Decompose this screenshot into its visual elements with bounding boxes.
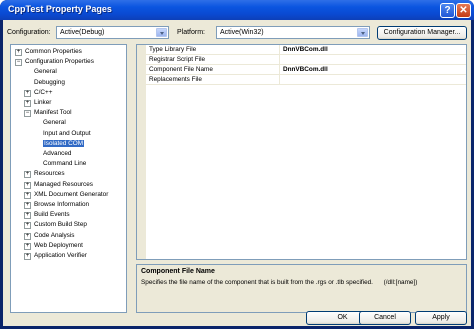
expand-icon[interactable]: +: [15, 49, 22, 56]
grid-row-replacements-file[interactable]: Replacements File: [146, 75, 466, 85]
configuration-value: Active(Debug): [60, 29, 105, 36]
grid-row-name: Registrar Script File: [149, 56, 206, 63]
grid-row-name: Type Library File: [149, 46, 197, 53]
grid-row-type-library-file[interactable]: Type Library File DnnVBCom.dll: [146, 45, 466, 55]
tree-item[interactable]: General: [34, 68, 57, 75]
grid-row-component-file-name[interactable]: Component File Name DnnVBCom.dll: [146, 65, 466, 75]
tree-item[interactable]: Managed Resources: [34, 181, 93, 188]
tree-item[interactable]: XML Document Generator: [34, 191, 108, 198]
tree-item[interactable]: C/C++: [34, 89, 52, 96]
cancel-button[interactable]: Cancel: [359, 311, 411, 325]
dialog-body: Configuration: Active(Debug) Platform: A…: [3, 20, 471, 326]
tree-item[interactable]: Resources: [34, 170, 65, 177]
chevron-down-icon[interactable]: [357, 28, 368, 37]
expand-icon[interactable]: +: [24, 253, 31, 260]
description-title: Component File Name: [141, 268, 215, 275]
help-icon[interactable]: ?: [440, 3, 455, 18]
apply-button[interactable]: Apply: [415, 311, 467, 325]
grid-row-name: Component File Name: [149, 66, 213, 73]
tree-item[interactable]: Web Deployment: [34, 242, 83, 249]
window-title: CppTest Property Pages: [8, 4, 112, 14]
expand-icon[interactable]: +: [24, 171, 31, 179]
grid-margin: [137, 45, 146, 259]
configuration-manager-button[interactable]: Configuration Manager...: [377, 26, 467, 40]
configuration-label: Configuration:: [7, 29, 51, 36]
grid-row-value[interactable]: DnnVBCom.dll: [283, 66, 328, 73]
expand-icon[interactable]: +: [24, 222, 31, 230]
tree-item[interactable]: Debugging: [34, 79, 65, 86]
tree-item[interactable]: Command Line: [43, 160, 86, 167]
tree-item[interactable]: Common Properties: [25, 48, 82, 55]
tree-item[interactable]: Application Verifier: [34, 252, 87, 259]
platform-dropdown[interactable]: Active(Win32): [216, 26, 370, 39]
tree-item[interactable]: Isolated COM: [43, 139, 85, 147]
tree-item[interactable]: Custom Build Step: [34, 221, 87, 228]
configuration-dropdown[interactable]: Active(Debug): [56, 26, 169, 39]
description-text: Specifies the file name of the component…: [141, 279, 418, 286]
expand-icon[interactable]: +: [24, 181, 31, 189]
title-bar[interactable]: CppTest Property Pages ? ✕: [0, 0, 474, 20]
description-panel: Component File Name Specifies the file n…: [136, 264, 467, 313]
property-grid[interactable]: Type Library File DnnVBCom.dll Registrar…: [136, 44, 467, 260]
tree-item[interactable]: Manifest Tool: [34, 109, 72, 116]
tree-item[interactable]: Code Analysis: [34, 232, 75, 239]
tree-item[interactable]: Linker: [34, 99, 51, 106]
expand-icon[interactable]: +: [24, 100, 31, 107]
property-pages-window: CppTest Property Pages ? ✕ Configuration…: [0, 0, 474, 329]
expand-icon[interactable]: +: [24, 89, 31, 97]
platform-label: Platform:: [177, 29, 206, 36]
tree-item[interactable]: Browse Information: [34, 201, 89, 208]
property-tree[interactable]: + Common Properties − Configuration Propert…: [10, 44, 127, 313]
expand-icon[interactable]: +: [24, 191, 31, 199]
platform-value: Active(Win32): [220, 29, 264, 36]
tree-item[interactable]: Advanced: [43, 150, 71, 157]
grid-row-name: Replacements File: [149, 76, 202, 83]
tree-item[interactable]: Build Events: [34, 211, 70, 218]
expand-icon[interactable]: +: [24, 202, 31, 209]
grid-row-registrar-script-file[interactable]: Registrar Script File: [146, 55, 466, 65]
tree-item[interactable]: General: [43, 119, 66, 126]
chevron-down-icon[interactable]: [156, 28, 167, 37]
collapse-icon[interactable]: −: [24, 110, 31, 118]
tree-item[interactable]: Configuration Properties: [25, 58, 94, 65]
collapse-icon[interactable]: −: [15, 59, 22, 67]
close-icon[interactable]: ✕: [456, 3, 471, 18]
tree-item[interactable]: Input and Output: [43, 130, 91, 137]
grid-row-value[interactable]: DnnVBCom.dll: [283, 46, 328, 53]
expand-icon[interactable]: +: [24, 232, 31, 240]
expand-icon[interactable]: +: [24, 242, 31, 250]
expand-icon[interactable]: +: [24, 212, 31, 220]
